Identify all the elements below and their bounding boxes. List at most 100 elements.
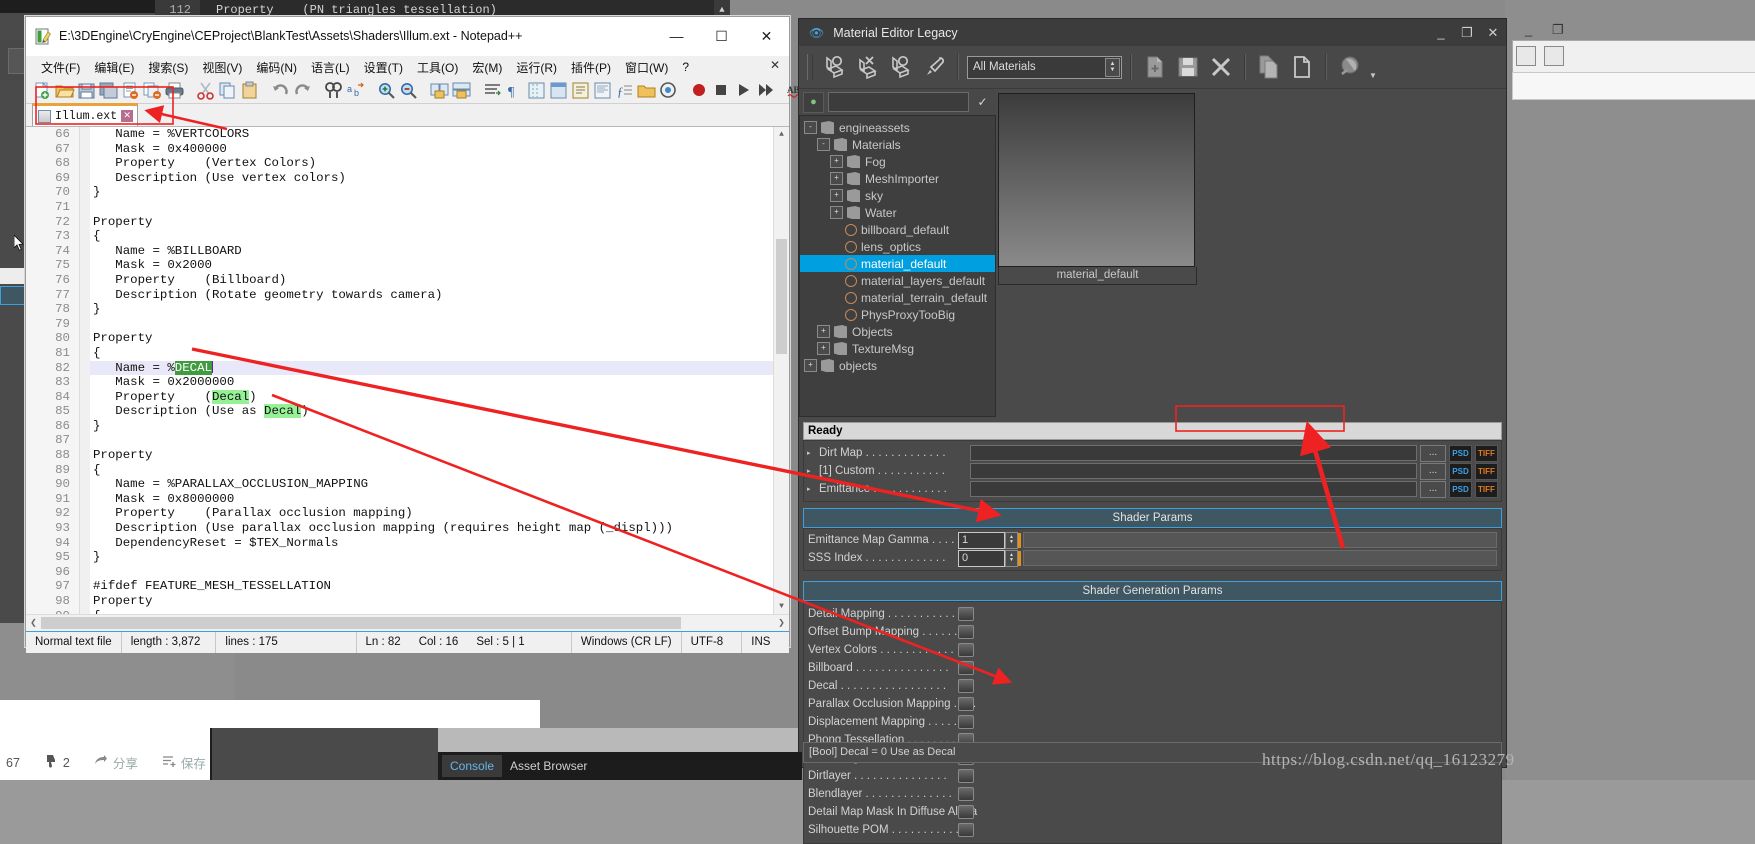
cut-icon[interactable] — [195, 80, 216, 101]
menu-item-edit[interactable]: 编辑(E) — [87, 59, 141, 76]
tree-node-objects[interactable]: + objects — [800, 357, 995, 374]
code-line[interactable]: 74 Name = %BILLBOARD — [26, 243, 789, 259]
menu-item-search[interactable]: 搜索(S) — [141, 59, 195, 76]
tree-node-texturemsg[interactable]: + TextureMsg — [800, 340, 995, 357]
material-tree[interactable]: - engineassets - Materials + Fog + MeshImporter… — [799, 115, 996, 417]
texture-path-input[interactable] — [970, 463, 1417, 479]
code-line[interactable]: 79 — [26, 316, 789, 332]
menu-item-macro[interactable]: 宏(M) — [465, 59, 509, 76]
expand-icon[interactable]: + — [830, 206, 843, 219]
function-list-icon[interactable]: ƒ — [614, 80, 635, 101]
collapse-icon[interactable]: - — [804, 121, 817, 134]
menu-item-plugins[interactable]: 插件(P) — [564, 59, 618, 76]
code-line[interactable]: 70} — [26, 185, 789, 200]
preview-material-icon[interactable] — [1335, 52, 1365, 82]
shader-gen-param-checkbox[interactable] — [958, 805, 974, 819]
stop-macro-icon[interactable] — [711, 80, 732, 101]
psd-button[interactable]: PSD — [1449, 462, 1472, 480]
code-line[interactable]: 94 DependencyReset = $TEX_Normals — [26, 535, 789, 551]
monitoring-icon[interactable] — [658, 80, 679, 101]
run-macro-multiple-icon[interactable] — [755, 80, 776, 101]
texture-path-input[interactable] — [970, 481, 1417, 497]
spinner-icon[interactable]: ▲ ▼ — [1005, 549, 1018, 567]
search-input[interactable] — [828, 92, 969, 112]
material-preview-viewport[interactable] — [998, 93, 1195, 267]
notepadpp-minimize-button[interactable]: — — [654, 17, 699, 55]
code-line[interactable]: 89{ — [26, 462, 789, 478]
param-slider[interactable] — [1023, 550, 1497, 566]
menu-item-encoding[interactable]: 编码(N) — [249, 59, 304, 76]
menu-item-file[interactable]: 文件(F) — [34, 59, 87, 76]
shader-gen-param-checkbox[interactable] — [958, 769, 974, 783]
me-minimize-button[interactable]: _ — [1428, 25, 1454, 40]
word-wrap-icon[interactable] — [482, 80, 503, 101]
shader-gen-param-checkbox[interactable] — [958, 625, 974, 639]
horizontal-scroll-thumb[interactable] — [41, 617, 681, 629]
editor-vertical-scrollbar[interactable]: ▲ ▼ — [773, 127, 789, 614]
share-button[interactable]: 分享 — [94, 753, 138, 772]
menu-item-run[interactable]: 运行(R) — [509, 59, 564, 76]
replace-icon[interactable]: ab — [345, 80, 366, 101]
doc-map-icon[interactable] — [592, 80, 613, 101]
zoom-in-icon[interactable] — [376, 80, 397, 101]
undo-icon[interactable] — [270, 80, 291, 101]
paste-icon[interactable] — [239, 80, 260, 101]
tree-node-water[interactable]: + Water — [800, 204, 995, 221]
save-icon[interactable] — [76, 80, 97, 101]
chevron-down-icon[interactable]: ▼ — [1368, 50, 1378, 84]
browse-button[interactable]: ... — [1420, 444, 1446, 462]
user-lang-icon[interactable] — [570, 80, 591, 101]
shader-gen-param-checkbox[interactable] — [958, 643, 974, 657]
tree-node-physproxytoobig[interactable]: PhysProxyTooBig — [800, 306, 995, 323]
menu-item-language[interactable]: 语言(L) — [304, 59, 357, 76]
shader-gen-param-checkbox[interactable] — [958, 787, 974, 801]
code-line[interactable]: 87 — [26, 433, 789, 449]
expand-icon[interactable]: + — [830, 189, 843, 202]
collect-button[interactable]: 保存 — [162, 753, 206, 772]
expand-arrow-icon[interactable]: ▸ — [807, 485, 816, 493]
redo-icon[interactable] — [292, 80, 313, 101]
open-file-icon[interactable] — [54, 80, 75, 101]
code-line[interactable]: 72 Property — [26, 214, 789, 230]
right-window-icon-1[interactable] — [1516, 46, 1536, 66]
param-slider[interactable] — [1023, 532, 1497, 548]
right-window-icon-2[interactable] — [1544, 46, 1564, 66]
shader-gen-param-checkbox[interactable] — [958, 679, 974, 693]
editor-horizontal-scrollbar[interactable]: ❮ ❯ — [26, 614, 789, 631]
play-macro-icon[interactable] — [733, 80, 754, 101]
scroll-right-arrow-icon[interactable]: ❯ — [774, 615, 789, 631]
expand-icon[interactable]: + — [817, 342, 830, 355]
shader-params-header[interactable]: Shader Params — [803, 508, 1502, 528]
notepadpp-code-editor[interactable]: 66 Name = %VERTCOLORS 67 Mask = 0x400000 6… — [26, 127, 789, 614]
tiff-button[interactable]: TIFF — [1475, 462, 1498, 480]
tree-node-lens-optics[interactable]: lens_optics — [800, 238, 995, 255]
assign-material-to-selection-icon[interactable] — [820, 52, 850, 82]
tree-node-objects[interactable]: + Objects — [800, 323, 995, 340]
psd-button[interactable]: PSD — [1449, 444, 1472, 462]
right-window-minimize[interactable]: _ — [1525, 22, 1532, 37]
code-line[interactable]: 96 — [26, 564, 789, 580]
sync-h-scroll-icon[interactable] — [451, 80, 472, 101]
code-line[interactable]: 81{ — [26, 345, 789, 361]
find-icon[interactable] — [323, 80, 344, 101]
expand-icon[interactable]: + — [804, 359, 817, 372]
code-line[interactable]: 66 Name = %VERTCOLORS — [26, 127, 789, 142]
shader-generation-params-header[interactable]: Shader Generation Params — [803, 581, 1502, 601]
browse-button[interactable]: ... — [1420, 480, 1446, 498]
tree-node-sky[interactable]: + sky — [800, 187, 995, 204]
check-icon[interactable]: ✓ — [973, 93, 992, 112]
menu-item-window[interactable]: 窗口(W) — [618, 59, 675, 76]
sync-v-scroll-icon[interactable] — [429, 80, 450, 101]
close-all-icon[interactable] — [142, 80, 163, 101]
code-line[interactable]: 80 Property — [26, 331, 789, 346]
combo-spinner-icon[interactable]: ▲ ▼ — [1105, 57, 1120, 77]
code-line[interactable]: 68 Property (Vertex Colors) — [26, 156, 789, 171]
code-line[interactable]: 93 Description (Use parallax occlusion m… — [26, 521, 789, 536]
indent-guide-icon[interactable] — [526, 80, 547, 101]
paste-material-icon[interactable] — [1287, 52, 1317, 82]
tab-asset-browser[interactable]: Asset Browser — [502, 755, 595, 777]
menu-item-view[interactable]: 视图(V) — [195, 59, 249, 76]
close-icon[interactable]: ✕ — [121, 110, 134, 122]
new-file-icon[interactable] — [32, 80, 53, 101]
tree-node-material-default[interactable]: material_default — [800, 255, 995, 272]
